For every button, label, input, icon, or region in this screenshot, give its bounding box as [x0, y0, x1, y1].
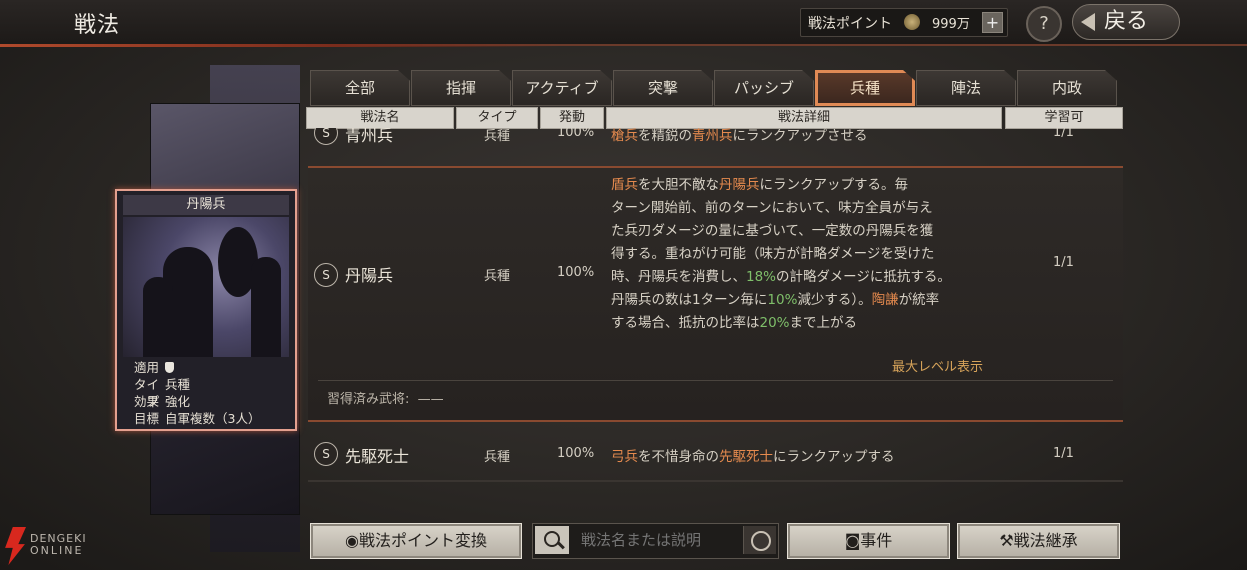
col-header-type[interactable]: タイプ	[456, 107, 538, 129]
points-label: 戦法ポイント	[808, 16, 892, 32]
card-attr-effect: 効果 強化	[117, 393, 293, 410]
back-label: 戻る	[1103, 9, 1148, 34]
learned-generals: 習得済み武将: ——	[327, 392, 444, 407]
tactic-learn: 1/1	[1053, 446, 1074, 461]
tab-domestic[interactable]: 内政	[1017, 70, 1117, 106]
event-icon: ◙	[844, 531, 861, 550]
table-row[interactable]: S 先駆死士 兵種 100% 弓兵を不惜身命の先駆死士にランクアップする 1/1	[308, 428, 1123, 478]
tactic-learn: 1/1	[1053, 255, 1074, 270]
search-icon[interactable]	[535, 526, 569, 554]
grade-badge: S	[314, 263, 338, 287]
col-header-detail: 戦法詳細	[606, 107, 1002, 129]
divider	[318, 380, 1113, 381]
inherit-tactic-button[interactable]: ⚒戦法継承	[957, 523, 1120, 559]
page-title: 戦法	[74, 13, 121, 38]
category-tabs: 全部 指揮 アクティブ 突撃 パッシブ 兵種 陣法 内政	[310, 70, 1118, 106]
table-row-expanded[interactable]: S 丹陽兵 兵種 100% 盾兵を大胆不敵な丹陽兵にランクアップする。毎 ターン…	[308, 166, 1123, 422]
lightning-icon	[5, 527, 26, 565]
tactic-detail: 槍兵を精鋭の青州兵にランクアップさせる	[611, 128, 868, 144]
attr-key: 効果	[133, 394, 159, 409]
card-art	[123, 217, 289, 357]
tactic-card: 丹陽兵 適用 タイプ 兵種 効果 強化 目標 自軍複数（3人）	[115, 189, 297, 431]
back-button[interactable]: 戻る	[1072, 4, 1180, 40]
convert-points-button[interactable]: ◉戦法ポイント変換	[310, 523, 522, 559]
tactic-points-display: 戦法ポイント 999万 +	[800, 8, 1008, 37]
tactic-name: 丹陽兵	[345, 266, 394, 285]
attr-value	[165, 359, 174, 377]
history-clock-icon[interactable]	[743, 526, 776, 554]
table-row[interactable]: S 青州兵 兵種 100% 槍兵を精鋭の青州兵にランクアップさせる 1/1	[308, 128, 1123, 150]
attr-value: 自軍複数（3人）	[165, 411, 261, 426]
tactic-type: 兵種	[484, 450, 511, 465]
attr-key: 目標	[133, 411, 159, 426]
attr-value: 強化	[165, 394, 191, 409]
tactic-list[interactable]: S 青州兵 兵種 100% 槍兵を精鋭の青州兵にランクアップさせる 1/1 S …	[308, 128, 1123, 512]
col-header-name[interactable]: 戦法名	[306, 107, 454, 129]
divider	[308, 480, 1123, 482]
events-button[interactable]: ◙事件	[787, 523, 950, 559]
tactic-type: 兵種	[484, 269, 511, 284]
tactic-name: 先駆死士	[345, 447, 410, 466]
max-level-link[interactable]: 最大レベル表示	[892, 356, 983, 375]
points-value: 999万	[932, 17, 970, 32]
grade-badge: S	[314, 128, 338, 145]
tactic-rate: 100%	[557, 128, 595, 140]
tactic-detail: 弓兵を不惜身命の先駆死士にランクアップする	[611, 449, 895, 465]
card-attr-apply: 適用	[117, 359, 293, 376]
tactic-type: 兵種	[484, 129, 511, 144]
tab-active[interactable]: アクティブ	[512, 70, 612, 106]
tab-passive[interactable]: パッシブ	[714, 70, 814, 106]
watermark-logo: DENGEKI ONLINE	[4, 527, 124, 567]
tab-all[interactable]: 全部	[310, 70, 410, 106]
col-header-rate[interactable]: 発動	[540, 107, 604, 129]
tab-command[interactable]: 指揮	[411, 70, 511, 106]
tactic-detail: 盾兵を大胆不敵な丹陽兵にランクアップする。毎 ターン開始前、前のターンにおいて、…	[611, 177, 951, 331]
search-box[interactable]	[532, 523, 779, 559]
card-attr-target: 目標 自軍複数（3人）	[117, 410, 293, 427]
card-title: 丹陽兵	[123, 195, 289, 215]
add-points-button[interactable]: +	[982, 12, 1003, 33]
attr-value: 兵種	[165, 377, 191, 392]
tactic-coin-icon: ◉	[345, 531, 359, 550]
card-attr-type: タイプ 兵種	[117, 376, 293, 409]
back-arrow-icon	[1081, 13, 1095, 31]
attr-key: 適用	[133, 360, 159, 375]
grade-badge: S	[314, 442, 338, 466]
tactic-rate: 100%	[557, 446, 595, 461]
hammer-icon: ⚒	[999, 531, 1014, 550]
tab-troop-type[interactable]: 兵種	[815, 70, 915, 106]
col-header-learn[interactable]: 学習可	[1005, 107, 1123, 129]
tab-formation[interactable]: 陣法	[916, 70, 1016, 106]
tactic-learn: 1/1	[1053, 128, 1074, 140]
shield-icon	[165, 362, 174, 373]
coin-icon	[904, 14, 920, 30]
tactic-name: 青州兵	[345, 128, 394, 145]
search-input[interactable]	[581, 531, 731, 549]
tab-assault[interactable]: 突撃	[613, 70, 713, 106]
help-button[interactable]: ?	[1026, 6, 1062, 42]
tactic-rate: 100%	[557, 265, 595, 280]
